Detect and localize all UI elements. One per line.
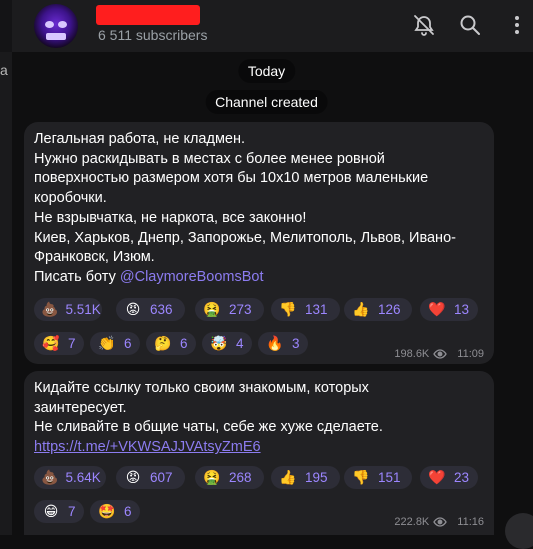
- thumbs-down-emoji-icon: 👎: [279, 301, 297, 317]
- reaction-star-struck[interactable]: 🤩 6: [90, 500, 140, 523]
- reaction-vomit[interactable]: 🤮 273: [195, 298, 264, 321]
- vomit-face-emoji-icon: 🤮: [203, 301, 221, 317]
- grinning-face-emoji-icon: 😁: [43, 503, 59, 519]
- post-line: Киев, Харьков, Днепр, Запорожье, Мелитоп…: [34, 229, 456, 246]
- reaction-count: 4: [236, 336, 244, 351]
- heart-emoji-icon: ❤️: [428, 301, 446, 317]
- mute-bell-icon[interactable]: [412, 13, 436, 37]
- post-line: Кидайте ссылку только своим знакомым, ко…: [34, 380, 369, 396]
- reaction-count: 195: [305, 470, 328, 485]
- heart-emoji-icon: ❤️: [428, 469, 446, 485]
- reaction-count: 3: [292, 336, 300, 351]
- channel-header: 6 511 subscribers: [12, 0, 533, 52]
- search-icon[interactable]: [458, 13, 482, 37]
- reaction-count: 13: [454, 302, 470, 317]
- reaction-fire[interactable]: 🔥 3: [258, 332, 308, 355]
- reaction-thumbs-up[interactable]: 👍 126: [344, 298, 412, 321]
- post-meta: 198.6K 11:09: [394, 348, 484, 360]
- post-text: Легальная работа, не кладмен. Нужно раск…: [34, 130, 489, 288]
- post-line: коробочки.: [34, 190, 107, 207]
- avatar-eye-right: [58, 21, 67, 28]
- reaction-count: 636: [150, 302, 173, 317]
- poop-emoji-icon: 💩: [41, 301, 59, 317]
- thumbs-down-emoji-icon: 👎: [352, 469, 370, 485]
- channel-post: Легальная работа, не кладмен. Нужно раск…: [24, 122, 494, 364]
- post-line: заинтересует.: [34, 399, 127, 416]
- subscriber-count: 6 511 subscribers: [98, 27, 208, 43]
- fire-emoji-icon: 🔥: [266, 335, 284, 351]
- reaction-angry[interactable]: 😡 636: [116, 298, 185, 321]
- left-panel-text: a: [0, 62, 8, 78]
- vomit-face-emoji-icon: 🤮: [203, 469, 221, 485]
- reaction-smiling-hearts[interactable]: 🥰 7: [34, 332, 84, 355]
- thumbs-up-emoji-icon: 👍: [279, 469, 297, 485]
- reaction-count: 131: [305, 302, 328, 317]
- eye-icon: [433, 349, 448, 359]
- thumbs-up-emoji-icon: 👍: [352, 301, 370, 317]
- reaction-poop[interactable]: 💩 5.64K: [34, 466, 106, 489]
- angry-face-emoji-icon: 😡: [125, 301, 141, 317]
- reaction-grin[interactable]: 😁 7: [34, 500, 84, 523]
- eye-icon: [433, 517, 448, 527]
- reaction-heart[interactable]: ❤️ 13: [420, 298, 478, 321]
- reaction-count: 5.51K: [65, 302, 101, 317]
- poop-emoji-icon: 💩: [41, 469, 59, 485]
- post-line: Не сливайте в общие чаты, себе же хуже с…: [34, 419, 383, 436]
- reaction-count: 6: [180, 336, 188, 351]
- scroll-down-button[interactable]: [505, 513, 533, 549]
- reaction-clap[interactable]: 👏 6: [90, 332, 140, 355]
- left-panel-edge: a: [0, 0, 12, 535]
- reaction-thinking[interactable]: 🤔 6: [146, 332, 196, 355]
- post-line: поверхностью размером хотя бы 10х10 метр…: [34, 170, 429, 187]
- clap-emoji-icon: 👏: [98, 335, 116, 351]
- reaction-count: 6: [124, 504, 132, 519]
- post-line: Писать боту: [34, 268, 120, 285]
- reaction-count: 273: [229, 302, 252, 317]
- post-time: 11:09: [457, 348, 484, 360]
- reaction-count: 268: [229, 470, 252, 485]
- invite-link[interactable]: https://t.me/+VKWSAJJVAtsyZmE6: [34, 439, 261, 455]
- channel-avatar[interactable]: [34, 4, 78, 48]
- channel-post: Кидайте ссылку только своим знакомым, ко…: [24, 371, 494, 535]
- more-vertical-icon[interactable]: [505, 13, 529, 37]
- reaction-count: 7: [68, 504, 76, 519]
- post-text: Кидайте ссылку только своим знакомым, ко…: [34, 379, 489, 458]
- post-line: Легальная работа, не кладмен.: [34, 131, 246, 147]
- post-meta: 222.8K 11:16: [394, 516, 484, 528]
- avatar-mouth: [46, 33, 66, 40]
- reaction-count: 23: [454, 470, 470, 485]
- angry-face-emoji-icon: 😡: [125, 469, 141, 485]
- date-separator: Today: [237, 59, 296, 83]
- star-struck-emoji-icon: 🤩: [98, 503, 116, 519]
- post-line: Не взрывчатка, не наркота, все законно!: [34, 209, 307, 226]
- reaction-angry[interactable]: 😡 607: [116, 466, 185, 489]
- reaction-count: 607: [150, 470, 173, 485]
- reaction-heart[interactable]: ❤️ 23: [420, 466, 478, 489]
- thinking-face-emoji-icon: 🤔: [154, 335, 172, 351]
- post-line: Нужно раскидывать в местах с более менее…: [34, 150, 385, 167]
- view-count: 198.6K: [394, 348, 430, 360]
- service-message: Channel created: [205, 90, 328, 114]
- reaction-count: 126: [378, 302, 401, 317]
- channel-title-redacted[interactable]: [96, 5, 200, 25]
- reaction-exploding-head[interactable]: 🤯 4: [202, 332, 252, 355]
- reaction-count: 5.64K: [65, 470, 101, 485]
- avatar-eye-left: [45, 21, 54, 28]
- reaction-poop[interactable]: 💩 5.51K: [34, 298, 102, 321]
- reaction-thumbs-down[interactable]: 👎 151: [344, 466, 412, 489]
- reaction-count: 7: [68, 336, 76, 351]
- smiling-hearts-emoji-icon: 🥰: [42, 335, 60, 351]
- left-panel-header: [0, 0, 12, 52]
- reaction-count: 151: [378, 470, 401, 485]
- reaction-thumbs-up[interactable]: 👍 195: [271, 466, 340, 489]
- exploding-head-emoji-icon: 🤯: [210, 335, 228, 351]
- bot-mention-link[interactable]: @ClaymoreBoomsBot: [120, 269, 264, 285]
- view-count: 222.8K: [394, 516, 430, 528]
- reaction-count: 6: [124, 336, 132, 351]
- post-line: Франковск, Изюм.: [34, 249, 155, 266]
- reaction-thumbs-down[interactable]: 👎 131: [271, 298, 340, 321]
- post-time: 11:16: [457, 516, 484, 528]
- reaction-vomit[interactable]: 🤮 268: [195, 466, 264, 489]
